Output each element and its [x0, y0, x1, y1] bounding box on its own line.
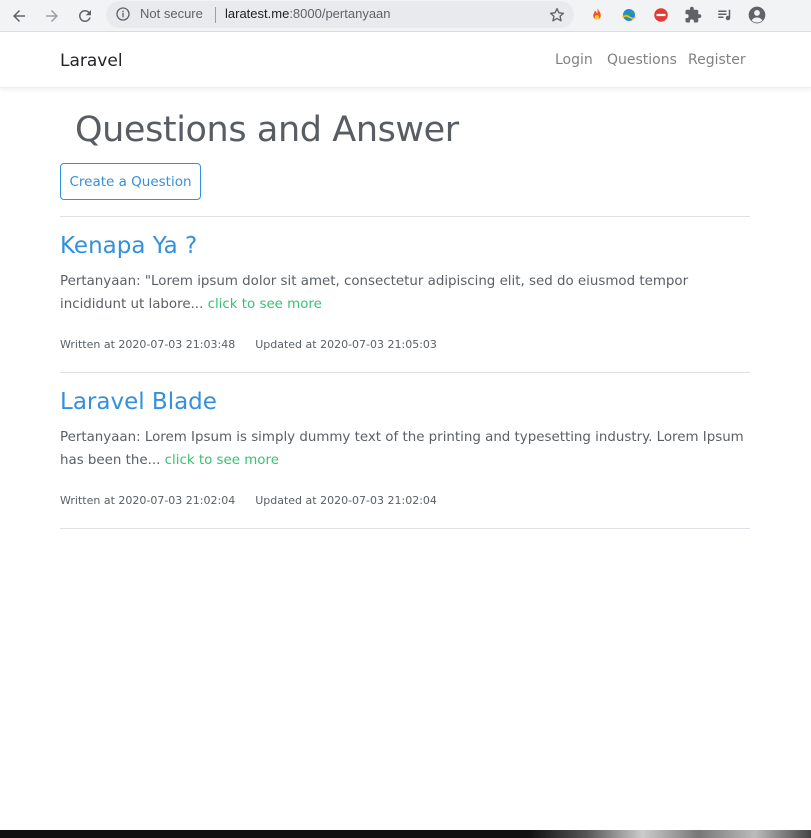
- extension-block-icon[interactable]: [650, 4, 672, 26]
- extension-globe-icon[interactable]: [618, 4, 640, 26]
- media-queue-icon[interactable]: [714, 4, 736, 26]
- url-host: laratest.me: [225, 6, 290, 21]
- nav-link-register[interactable]: Register: [688, 52, 746, 68]
- url-path: :8000/pertanyaan: [289, 6, 391, 21]
- question-meta: Written at 2020-07-03 21:02:04 Updated at…: [60, 494, 437, 507]
- forward-icon[interactable]: [41, 5, 63, 27]
- navbar-brand[interactable]: Laravel: [60, 51, 123, 71]
- back-icon[interactable]: [8, 5, 30, 27]
- address-bar[interactable]: Not secure laratest.me:8000/pertanyaan: [106, 1, 574, 28]
- nav-link-questions[interactable]: Questions: [607, 52, 677, 68]
- written-at: Written at 2020-07-03 21:02:04: [60, 494, 236, 507]
- question-title[interactable]: Laravel Blade: [60, 389, 217, 415]
- divider: [60, 372, 750, 373]
- reload-icon[interactable]: [74, 5, 96, 27]
- page-title: Questions and Answer: [75, 110, 459, 150]
- account-icon[interactable]: [746, 4, 768, 26]
- star-icon[interactable]: [548, 6, 566, 24]
- background-image-strip: [530, 830, 811, 838]
- question-body-text: Pertanyaan: Lorem Ipsum is simply dummy …: [60, 430, 744, 468]
- security-label: Not secure: [140, 6, 203, 21]
- create-question-button[interactable]: Create a Question: [60, 163, 201, 200]
- info-icon[interactable]: [115, 6, 131, 22]
- divider: [60, 528, 750, 529]
- question-body-text: Pertanyaan: "Lorem ipsum dolor sit amet,…: [60, 274, 689, 312]
- updated-at: Updated at 2020-07-03 21:05:03: [255, 338, 437, 351]
- browser-toolbar: Not secure laratest.me:8000/pertanyaan: [0, 0, 811, 32]
- divider: [60, 216, 750, 217]
- extension-fire-icon[interactable]: [586, 4, 608, 26]
- puzzle-icon[interactable]: [682, 4, 704, 26]
- question-excerpt: Pertanyaan: Lorem Ipsum is simply dummy …: [60, 426, 750, 472]
- site-navbar: Laravel Login Questions Register: [0, 33, 811, 88]
- nav-link-login[interactable]: Login: [555, 52, 593, 68]
- updated-at: Updated at 2020-07-03 21:02:04: [255, 494, 437, 507]
- written-at: Written at 2020-07-03 21:03:48: [60, 338, 236, 351]
- question-title[interactable]: Kenapa Ya ?: [60, 233, 197, 259]
- taskbar-strip: [0, 830, 811, 838]
- omnibox-separator: [215, 7, 216, 23]
- see-more-link[interactable]: click to see more: [165, 453, 279, 468]
- see-more-link[interactable]: click to see more: [208, 297, 322, 312]
- question-excerpt: Pertanyaan: "Lorem ipsum dolor sit amet,…: [60, 270, 750, 316]
- question-meta: Written at 2020-07-03 21:03:48 Updated at…: [60, 338, 437, 351]
- url-text[interactable]: laratest.me:8000/pertanyaan: [225, 6, 391, 21]
